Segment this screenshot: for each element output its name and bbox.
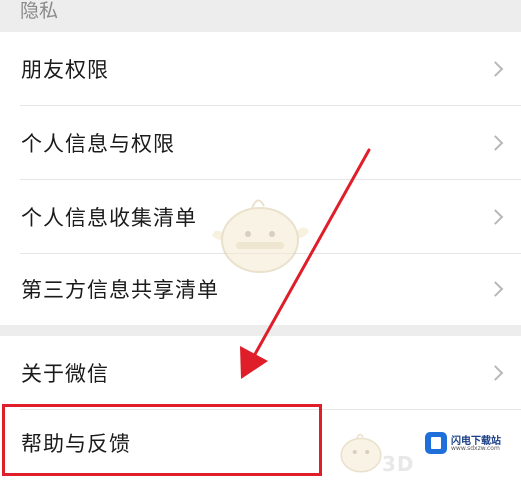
site-logo: 闪电下载站 www.sdxzw.com bbox=[425, 430, 517, 456]
privacy-settings-group: 朋友权限 个人信息与权限 个人信息收集清单 第三方信息共享清单 bbox=[0, 32, 521, 325]
menu-item-label: 朋友权限 bbox=[21, 58, 109, 82]
menu-item-label: 第三方信息共享清单 bbox=[21, 278, 219, 302]
site-logo-icon bbox=[425, 432, 447, 454]
chevron-right-icon bbox=[487, 209, 504, 225]
menu-item-label: 个人信息与权限 bbox=[21, 132, 175, 156]
menu-item-label: 个人信息收集清单 bbox=[21, 206, 197, 230]
about-settings-group: 关于微信 帮助与反馈 bbox=[0, 336, 521, 481]
menu-item-personal-info-permissions[interactable]: 个人信息与权限 bbox=[0, 106, 521, 180]
chevron-right-icon bbox=[487, 135, 504, 151]
chevron-right-icon bbox=[487, 365, 504, 381]
menu-item-personal-info-collection-list[interactable]: 个人信息收集清单 bbox=[0, 180, 521, 254]
menu-item-label: 帮助与反馈 bbox=[21, 432, 131, 456]
chevron-right-icon bbox=[487, 61, 504, 77]
menu-item-third-party-sharing-list[interactable]: 第三方信息共享清单 bbox=[0, 252, 521, 326]
privacy-section-header: 隐私 bbox=[0, 0, 521, 32]
privacy-section-title: 隐私 bbox=[20, 0, 59, 22]
site-url: www.sdxzw.com bbox=[451, 445, 500, 452]
menu-item-about-wechat[interactable]: 关于微信 bbox=[0, 336, 521, 410]
menu-item-label: 关于微信 bbox=[21, 362, 109, 386]
menu-item-friend-permissions[interactable]: 朋友权限 bbox=[0, 32, 521, 106]
chevron-right-icon bbox=[487, 281, 504, 297]
watermark-3d-text: 3D bbox=[382, 452, 415, 476]
